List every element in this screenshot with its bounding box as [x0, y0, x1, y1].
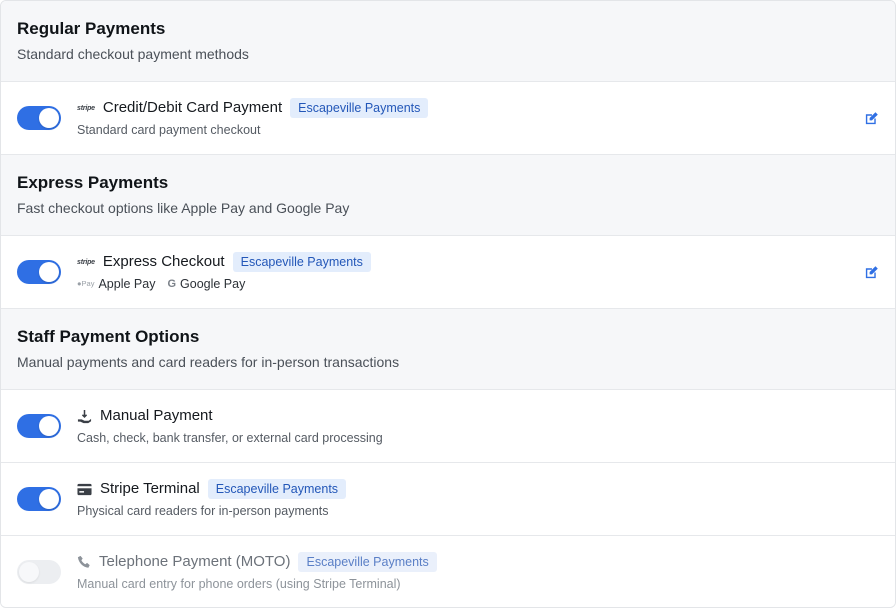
account-badge: Escapeville Payments: [207, 479, 347, 499]
row-title: Express Checkout: [102, 253, 225, 270]
edit-icon[interactable]: [864, 265, 879, 280]
card-payment-toggle[interactable]: [17, 106, 61, 130]
payment-row-express: stripe Express Checkout Escapeville Paym…: [1, 236, 895, 309]
section-subtitle: Fast checkout options like Apple Pay and…: [17, 200, 350, 216]
row-header: Stripe Terminal Escapeville Payments: [77, 478, 347, 500]
edit-icon[interactable]: [864, 111, 879, 126]
row-title: Manual Payment: [100, 407, 213, 424]
stripe-terminal-toggle[interactable]: [17, 487, 61, 511]
payment-row-card: stripe Credit/Debit Card Payment Escapev…: [1, 82, 895, 155]
toggle-knob: [19, 562, 39, 582]
moto-payment-toggle[interactable]: [17, 560, 61, 584]
payment-row-manual: Manual Payment Cash, check, bank transfe…: [1, 390, 895, 463]
section-title: Staff Payment Options: [17, 327, 200, 346]
stripe-logo: stripe: [77, 104, 95, 112]
row-header: Manual Payment: [77, 405, 213, 427]
google-icon: G: [167, 278, 177, 290]
row-header: Telephone Payment (MOTO) Escapeville Pay…: [77, 551, 437, 573]
section-regular-payments: Regular Payments Standard checkout payme…: [1, 1, 895, 82]
credit-card-icon: [77, 483, 92, 496]
section-title: Regular Payments: [17, 19, 166, 38]
section-staff-payments: Staff Payment Options Manual payments an…: [1, 309, 895, 390]
apple-pay-label: Apple Pay: [98, 277, 156, 291]
payment-row-terminal: Stripe Terminal Escapeville Payments Phy…: [1, 463, 895, 536]
account-badge: Escapeville Payments: [298, 552, 437, 572]
apple-pay-icon: ●Pay: [77, 279, 95, 288]
toggle-knob: [39, 108, 59, 128]
stripe-logo: stripe: [77, 258, 95, 266]
hand-money-icon: [77, 409, 92, 424]
section-subtitle: Standard checkout payment methods: [17, 46, 249, 62]
phone-icon: [77, 555, 91, 569]
account-badge: Escapeville Payments: [290, 98, 429, 118]
account-badge: Escapeville Payments: [232, 252, 371, 272]
row-header: stripe Express Checkout Escapeville Paym…: [77, 251, 371, 273]
express-methods: ●Pay Apple Pay G Google Pay: [77, 276, 245, 292]
row-title: Telephone Payment (MOTO): [99, 553, 291, 570]
section-title: Express Payments: [17, 173, 169, 192]
express-checkout-toggle[interactable]: [17, 260, 61, 284]
section-express-payments: Express Payments Fast checkout options l…: [1, 155, 895, 236]
toggle-knob: [39, 489, 59, 509]
row-title: Credit/Debit Card Payment: [102, 99, 283, 116]
apple-pay-item: ●Pay Apple Pay: [77, 276, 155, 292]
row-subtitle: Standard card payment checkout: [77, 123, 261, 137]
row-subtitle: Cash, check, bank transfer, or external …: [77, 431, 383, 445]
google-pay-label: Google Pay: [180, 277, 246, 291]
row-subtitle: Manual card entry for phone orders (usin…: [77, 577, 401, 591]
toggle-knob: [39, 262, 59, 282]
row-title: Stripe Terminal: [100, 480, 200, 497]
payment-methods-panel: Regular Payments Standard checkout payme…: [0, 0, 896, 608]
row-subtitle: Physical card readers for in-person paym…: [77, 504, 329, 518]
toggle-knob: [39, 416, 59, 436]
section-subtitle: Manual payments and card readers for in-…: [17, 354, 400, 370]
google-pay-item: G Google Pay: [167, 276, 245, 292]
row-header: stripe Credit/Debit Card Payment Escapev…: [77, 97, 429, 119]
manual-payment-toggle[interactable]: [17, 414, 61, 438]
payment-row-moto: Telephone Payment (MOTO) Escapeville Pay…: [1, 536, 895, 607]
